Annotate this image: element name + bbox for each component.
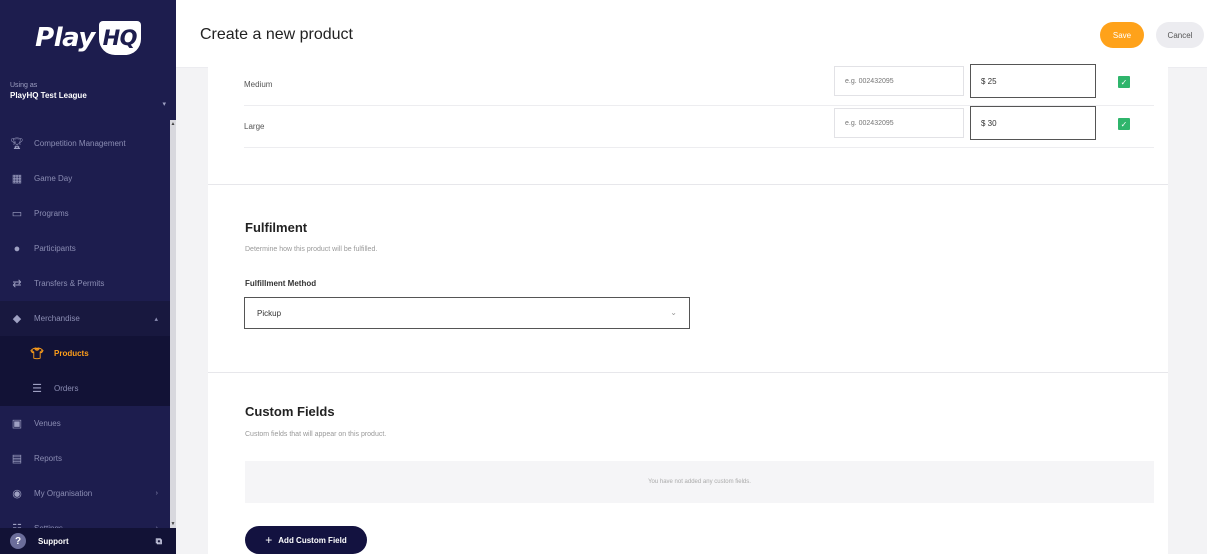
add-custom-field-label: Add Custom Field: [278, 535, 347, 545]
transfer-arrows-icon: ⇄: [12, 278, 22, 290]
variant-enabled-checkbox[interactable]: ✓: [1118, 76, 1130, 88]
book-icon: ▭: [11, 208, 23, 220]
logo-badge: HQ: [98, 21, 141, 55]
page-header: Create a new product Save Cancel: [176, 0, 1207, 68]
organisation-icon: ◉: [12, 488, 22, 500]
scroll-up-icon[interactable]: ▲: [170, 120, 176, 128]
chevron-down-icon: ⌄: [670, 308, 677, 317]
save-button[interactable]: Save: [1100, 22, 1144, 48]
scroll-down-icon[interactable]: ▼: [170, 520, 176, 528]
logo-area: Play HQ: [0, 0, 176, 76]
org-switcher[interactable]: Using as PlayHQ Test League ▾: [0, 82, 176, 126]
sidebar-item-merchandise[interactable]: ◆ Merchandise ▴: [0, 301, 176, 336]
sidebar-item-label: Participants: [34, 244, 76, 253]
sidebar-item-label: Venues: [34, 419, 61, 428]
fulfilment-title: Fulfilment: [245, 220, 308, 235]
sidebar: Play HQ Using as PlayHQ Test League ▾ 🏆︎…: [0, 0, 176, 554]
variant-enabled-checkbox[interactable]: ✓: [1118, 118, 1130, 130]
custom-fields-description: Custom fields that will appear on this p…: [245, 431, 387, 438]
support-button[interactable]: ? Support ⧉: [0, 528, 176, 554]
fulfilment-method-value: Pickup: [257, 308, 282, 318]
logo-text: Play: [35, 23, 95, 53]
merchandise-icon: ◆: [12, 313, 22, 325]
venue-icon: ▣: [11, 418, 23, 430]
sidebar-item-label: Transfers & Permits: [34, 279, 105, 288]
sidebar-item-label: My Organisation: [34, 489, 93, 498]
add-custom-field-button[interactable]: + Add Custom Field: [245, 526, 367, 554]
section-divider: [208, 184, 1168, 185]
fulfilment-description: Determine how this product will be fulfi…: [245, 246, 378, 253]
price-input[interactable]: [970, 106, 1096, 140]
sku-input[interactable]: [834, 66, 964, 96]
plus-icon: +: [265, 533, 273, 547]
chevron-up-icon: ▴: [154, 315, 158, 323]
shirt-icon: 👕︎: [30, 348, 44, 360]
variant-row: Large ✓: [244, 106, 1154, 148]
support-label: Support: [38, 536, 69, 546]
sidebar-scrollbar[interactable]: ▲ ▼: [170, 120, 176, 528]
chevron-right-icon: ›: [155, 490, 158, 497]
sidebar-item-label: Reports: [34, 454, 63, 463]
check-icon: ✓: [1120, 119, 1128, 129]
custom-fields-title: Custom Fields: [245, 404, 335, 419]
check-icon: ✓: [1120, 77, 1128, 87]
sidebar-item-products[interactable]: 👕︎ Products: [0, 336, 176, 371]
chevron-down-icon: ▾: [162, 101, 166, 108]
variant-name: Large: [244, 122, 265, 131]
sidebar-item-label: Orders: [54, 384, 79, 393]
sidebar-item-label: Programs: [34, 209, 69, 218]
variant-name: Medium: [244, 80, 273, 89]
sidebar-item-label: Competition Management: [34, 139, 126, 148]
page-title: Create a new product: [200, 26, 353, 43]
sidebar-item-my-organisation[interactable]: ◉ My Organisation ›: [0, 476, 176, 511]
custom-fields-empty-state: You have not added any custom fields.: [245, 461, 1154, 503]
playhq-logo[interactable]: Play HQ: [35, 21, 141, 55]
price-input[interactable]: [970, 64, 1096, 98]
org-using-as: Using as: [10, 82, 38, 89]
sidebar-nav: 🏆︎ Competition Management ▦ Game Day ▭ P…: [0, 126, 176, 546]
fulfilment-method-label: Fulfillment Method: [245, 279, 317, 288]
empty-message: You have not added any custom fields.: [648, 479, 751, 485]
sidebar-item-label: Merchandise: [34, 314, 80, 323]
product-form: Medium ✓ Large ✓ Fulfilment Determine ho…: [208, 62, 1168, 554]
sidebar-item-reports[interactable]: ▤ Reports: [0, 441, 176, 476]
org-name: PlayHQ Test League: [10, 91, 87, 100]
fulfilment-method-select[interactable]: Pickup ⌄: [244, 297, 690, 329]
sidebar-item-transfers-permits[interactable]: ⇄ Transfers & Permits: [0, 266, 176, 301]
sidebar-item-participants[interactable]: ● Participants: [0, 231, 176, 266]
list-icon: ☰: [32, 383, 42, 395]
people-icon: ●: [13, 242, 21, 255]
sidebar-item-venues[interactable]: ▣ Venues: [0, 406, 176, 441]
scoreboard-icon: ▦: [11, 173, 23, 185]
trophy-icon: 🏆︎: [10, 138, 24, 150]
sidebar-item-game-day[interactable]: ▦ Game Day: [0, 161, 176, 196]
sidebar-item-orders[interactable]: ☰ Orders: [0, 371, 176, 406]
reports-icon: ▤: [11, 453, 23, 465]
external-link-icon: ⧉: [155, 535, 162, 546]
sidebar-item-label: Products: [54, 349, 89, 358]
help-icon: ?: [10, 533, 26, 549]
sidebar-item-label: Game Day: [34, 174, 73, 183]
sku-input[interactable]: [834, 108, 964, 138]
sidebar-item-programs[interactable]: ▭ Programs: [0, 196, 176, 231]
cancel-button[interactable]: Cancel: [1156, 22, 1204, 48]
variant-row: Medium ✓: [244, 64, 1154, 106]
section-divider: [208, 372, 1168, 373]
sidebar-item-competition-management[interactable]: 🏆︎ Competition Management: [0, 126, 176, 161]
